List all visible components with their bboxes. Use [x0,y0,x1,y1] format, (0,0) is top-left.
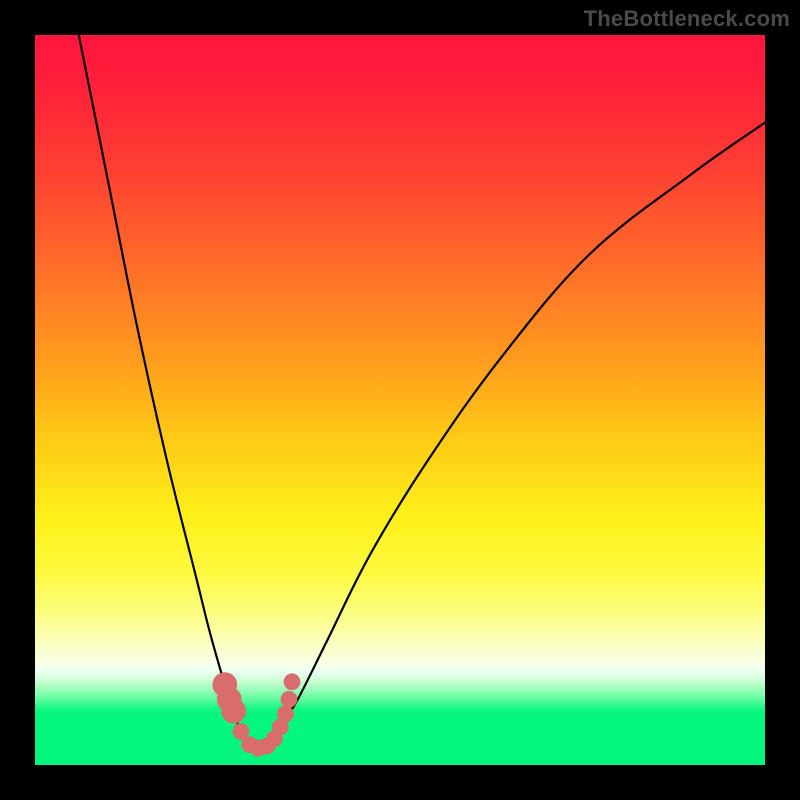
highlight-dot [284,673,301,690]
highlight-dot [281,691,298,708]
plot-area [35,35,765,765]
highlight-dot [277,706,294,723]
chart-overlay [35,35,765,765]
attribution-text: TheBottleneck.com [584,6,790,32]
highlight-dot [221,699,246,724]
bottleneck-curve [79,35,765,751]
outer-frame: TheBottleneck.com [0,0,800,800]
highlight-dots [212,672,300,756]
